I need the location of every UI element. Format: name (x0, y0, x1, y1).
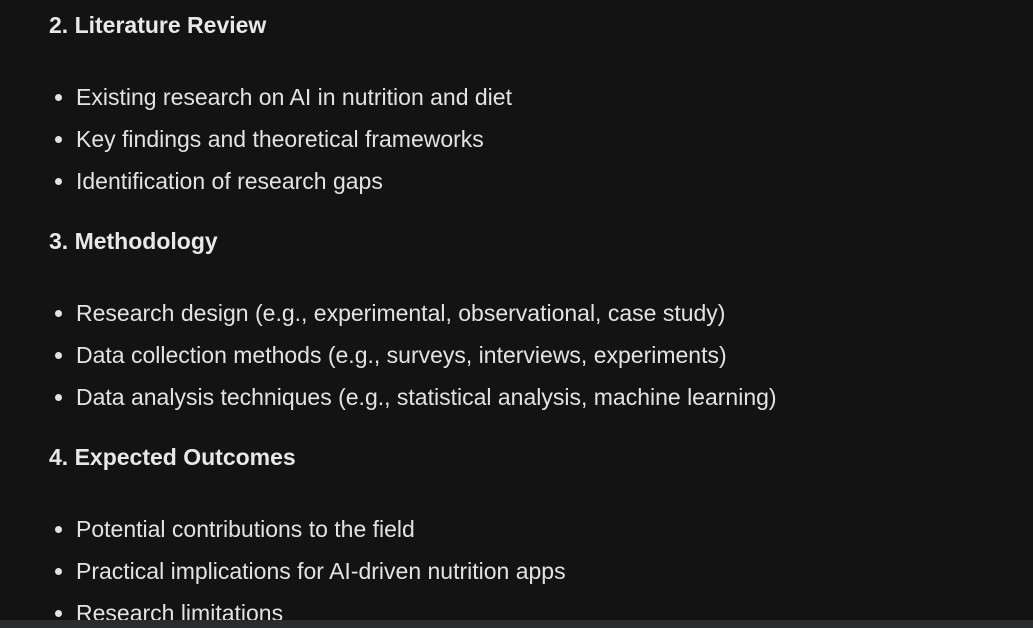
list-item-text: Practical implications for AI-driven nut… (76, 558, 566, 584)
list-item-text: Data collection methods (e.g., surveys, … (76, 342, 727, 368)
section-literature-review: 2. Literature Review Existing research o… (49, 10, 1009, 202)
bottom-scroll-edge (0, 620, 1033, 628)
bullet-icon (55, 310, 62, 317)
list-item: Potential contributions to the field (49, 508, 1009, 550)
bullet-icon (55, 526, 62, 533)
bullet-icon (55, 178, 62, 185)
bullet-list: Existing research on AI in nutrition and… (49, 76, 1009, 202)
list-item: Data analysis techniques (e.g., statisti… (49, 376, 1009, 418)
list-item-text: Potential contributions to the field (76, 516, 415, 542)
list-item: Identification of research gaps (49, 160, 1009, 202)
list-item-text: Existing research on AI in nutrition and… (76, 84, 512, 110)
section-heading: 3. Methodology (49, 228, 218, 254)
list-item: Practical implications for AI-driven nut… (49, 550, 1009, 592)
list-item-text: Research design (e.g., experimental, obs… (76, 300, 726, 326)
section-heading: 4. Expected Outcomes (49, 444, 296, 470)
list-item-text: Data analysis techniques (e.g., statisti… (76, 384, 777, 410)
section-heading: 2. Literature Review (49, 12, 267, 38)
section-methodology: 3. Methodology Research design (e.g., ex… (49, 226, 1009, 418)
list-item: Existing research on AI in nutrition and… (49, 76, 1009, 118)
bullet-icon (55, 94, 62, 101)
section-expected-outcomes: 4. Expected Outcomes Potential contribut… (49, 442, 1009, 628)
list-item: Data collection methods (e.g., surveys, … (49, 334, 1009, 376)
bullet-icon (55, 352, 62, 359)
bullet-icon (55, 136, 62, 143)
bullet-icon (55, 610, 62, 617)
response-content: 2. Literature Review Existing research o… (0, 0, 1033, 628)
list-item: Key findings and theoretical frameworks (49, 118, 1009, 160)
bullet-list: Potential contributions to the field Pra… (49, 508, 1009, 628)
bullet-icon (55, 394, 62, 401)
list-item: Research design (e.g., experimental, obs… (49, 292, 1009, 334)
bullet-list: Research design (e.g., experimental, obs… (49, 292, 1009, 418)
bullet-icon (55, 568, 62, 575)
list-item-text: Key findings and theoretical frameworks (76, 126, 484, 152)
list-item-text: Identification of research gaps (76, 168, 383, 194)
